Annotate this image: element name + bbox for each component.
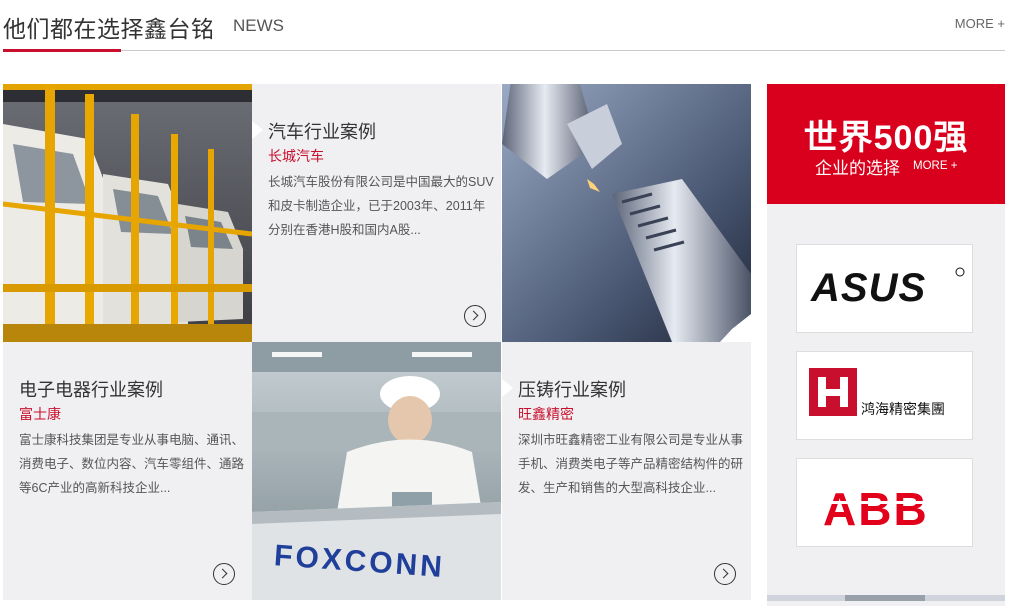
header-divider (3, 50, 1005, 51)
foxconn-illustration: FOXCONN (252, 342, 501, 600)
header-accent-bar (3, 49, 121, 52)
scrollbar-thumb[interactable] (845, 595, 925, 601)
asus-logo-text: ASUS (810, 266, 926, 310)
case-title: 电子电器行业案例 (19, 380, 163, 400)
foxconn-image[interactable]: FOXCONN (252, 342, 501, 600)
machining-illustration (502, 84, 751, 342)
arrow-right-icon[interactable] (714, 563, 736, 585)
fortune500-banner[interactable]: 世界500强 企业的选择 MORE + (767, 84, 1005, 204)
car-factory-image[interactable] (3, 84, 252, 342)
abb-logo-text: ABB (823, 483, 929, 535)
machining-image[interactable] (502, 84, 751, 342)
section-title: 他们都在选择鑫台铭 (3, 16, 215, 42)
pointer-notch (502, 378, 513, 398)
case-brand: 富士康 (19, 406, 61, 422)
case-description: 长城汽车股份有限公司是中国最大的SUV和皮卡制造企业，已于2003年、2011年… (268, 175, 494, 237)
logo-asus[interactable]: ASUS (796, 244, 973, 333)
pointer-notch (240, 378, 252, 398)
case-title: 汽车行业案例 (268, 122, 376, 142)
section-header: 他们都在选择鑫台铭 NEWS MORE + (0, 0, 1011, 52)
case-title: 压铸行业案例 (518, 380, 626, 400)
section-subtitle: NEWS (233, 16, 284, 35)
case-description: 富士康科技集团是专业从事电脑、通讯、消费电子、数位内容、汽车零组件、通路等6C产… (19, 433, 245, 495)
case-description: 深圳市旺鑫精密工业有限公司是专业从事手机、消费类电子等产品精密结构件的研发、生产… (518, 433, 744, 495)
case-card-automotive[interactable]: 汽车行业案例 长城汽车 长城汽车股份有限公司是中国最大的SUV和皮卡制造企业，已… (252, 84, 501, 342)
honhai-logo: 鸿海精密集團 (809, 368, 945, 418)
case-card-diecasting[interactable]: 压铸行业案例 旺鑫精密 深圳市旺鑫精密工业有限公司是专业从事手机、消费类电子等产… (502, 342, 751, 600)
honhai-logo-text: 鸿海精密集團 (861, 401, 945, 418)
banner-tagline: 企业的选择 (815, 159, 900, 178)
pointer-notch (252, 120, 263, 140)
logo-honhai[interactable]: 鸿海精密集團 (796, 351, 973, 440)
abb-logo: ABB (817, 483, 952, 535)
carousel-scrollbar[interactable] (767, 595, 1005, 601)
logo-abb[interactable]: ABB (796, 458, 973, 547)
case-brand: 长城汽车 (268, 148, 324, 164)
case-brand: 旺鑫精密 (518, 406, 574, 422)
banner-more-link[interactable]: MORE + (913, 160, 957, 172)
arrow-right-icon[interactable] (464, 305, 486, 327)
asus-logo: ASUS (810, 266, 965, 310)
case-card-electronics[interactable]: 电子电器行业案例 富士康 富士康科技集团是专业从事电脑、通讯、消费电子、数位内容… (3, 342, 252, 600)
arrow-right-icon[interactable] (213, 563, 235, 585)
car-factory-illustration (3, 84, 252, 342)
banner-headline: 世界500强 (803, 119, 969, 157)
fortune500-panel: 世界500强 企业的选择 MORE + ASUS 鸿海精密集團 ABB (767, 84, 1005, 606)
more-link[interactable]: MORE + (955, 16, 1005, 31)
